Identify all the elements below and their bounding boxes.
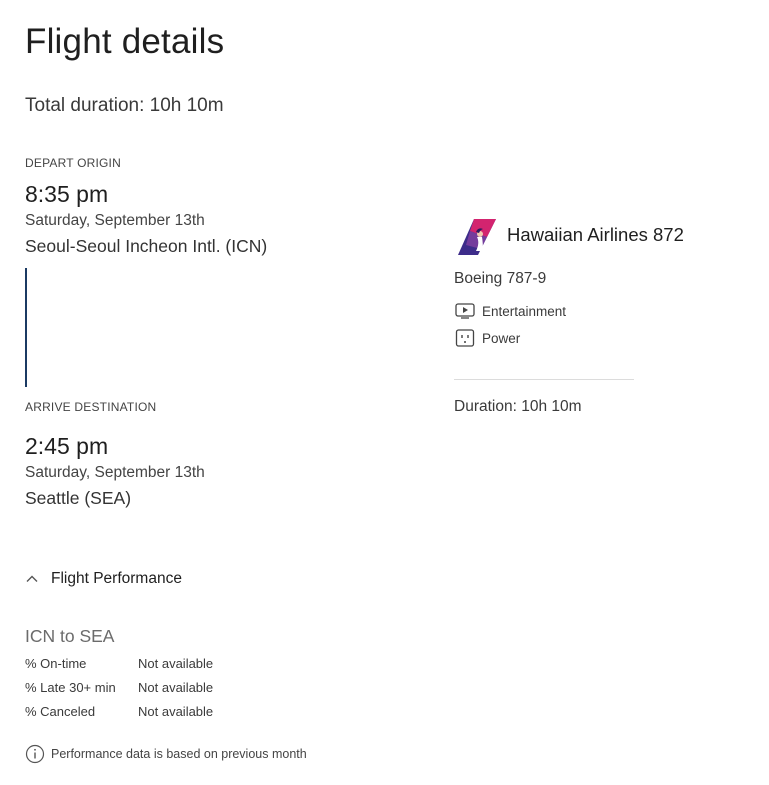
amenity-label: Power	[482, 330, 521, 346]
performance-row: % Canceled Not available	[25, 704, 213, 719]
depart-airport: Seoul-Seoul Incheon Intl. (ICN)	[25, 236, 268, 256]
depart-label: DEPART ORIGIN	[25, 156, 121, 170]
performance-metric-value: Not available	[138, 656, 214, 671]
flight-performance-toggle[interactable]: Flight Performance	[25, 570, 182, 588]
flight-duration: Duration: 10h 10m	[454, 398, 582, 415]
arrive-time: 2:45 pm	[25, 433, 109, 459]
total-duration: Total duration: 10h 10m	[25, 95, 224, 116]
arrive-airport: Seattle (SEA)	[25, 488, 132, 508]
divider	[454, 379, 634, 380]
amenity-power: Power	[455, 329, 520, 347]
performance-note: Performance data is based on previous mo…	[25, 744, 307, 764]
performance-row: % Late 30+ min Not available	[25, 680, 213, 695]
performance-route: ICN to SEA	[25, 626, 115, 646]
performance-metric-value: Not available	[138, 704, 214, 719]
info-icon	[25, 744, 45, 764]
amenity-entertainment: Entertainment	[455, 302, 566, 320]
entertainment-icon	[455, 302, 475, 320]
flight-performance-label: Flight Performance	[51, 570, 182, 587]
performance-metric-label: % Canceled	[25, 704, 96, 719]
performance-row: % On-time Not available	[25, 656, 213, 671]
depart-time: 8:35 pm	[25, 181, 109, 207]
arrive-label: ARRIVE DESTINATION	[25, 400, 157, 414]
performance-note-text: Performance data is based on previous mo…	[51, 747, 307, 761]
airline-flight-number: Hawaiian Airlines 872	[507, 224, 684, 245]
depart-date: Saturday, September 13th	[25, 212, 205, 229]
page-title: Flight details	[25, 22, 225, 61]
amenity-label: Entertainment	[482, 303, 567, 319]
power-outlet-icon	[455, 329, 475, 347]
hawaiian-airlines-logo	[456, 217, 496, 257]
performance-metric-value: Not available	[138, 680, 214, 695]
flight-timeline-line	[25, 268, 27, 387]
aircraft-type: Boeing 787-9	[454, 270, 547, 287]
chevron-up-icon	[25, 572, 39, 586]
arrive-date: Saturday, September 13th	[25, 464, 205, 481]
performance-metric-label: % Late 30+ min	[25, 680, 116, 695]
performance-metric-label: % On-time	[25, 656, 87, 671]
